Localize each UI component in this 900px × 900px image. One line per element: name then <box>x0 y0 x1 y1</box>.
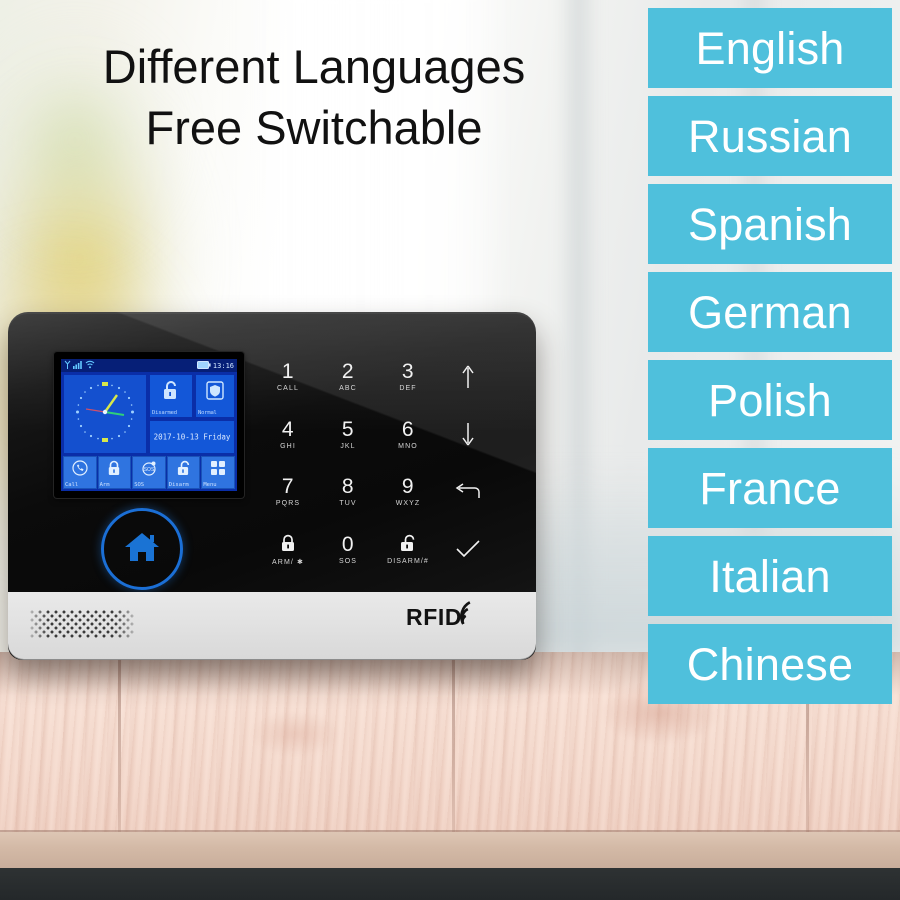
shield-icon <box>205 380 225 406</box>
padlock-open-icon <box>176 460 191 480</box>
key-0[interactable]: 0 SOS <box>318 521 378 579</box>
headline-line-1: Different Languages <box>102 40 526 93</box>
unlocked-padlock-icon <box>161 380 181 406</box>
key-3[interactable]: 3 DEF <box>378 348 438 406</box>
svg-text:SOS: SOS <box>144 467 155 473</box>
panel-body: 13:16 Disarmed Normal 2017-10-13 Friday … <box>8 312 536 660</box>
language-chip-chinese[interactable]: Chinese <box>648 624 892 704</box>
speaker-grille <box>30 610 134 638</box>
language-label: German <box>688 286 852 338</box>
back-arrow-icon <box>455 481 481 503</box>
language-list: English Russian Spanish German Polish Fr… <box>648 8 892 704</box>
language-chip-german[interactable]: German <box>648 272 892 352</box>
battery-icon <box>196 360 211 371</box>
language-label: Chinese <box>686 638 854 690</box>
rfid-label: RFID <box>406 604 463 630</box>
key-5[interactable]: 5 JKL <box>318 406 378 464</box>
grid-menu-icon <box>210 460 226 480</box>
language-label: Spanish <box>687 198 853 250</box>
language-chip-english[interactable]: English <box>648 8 892 88</box>
headline-line-2: Free Switchable <box>145 101 483 155</box>
language-label: English <box>695 22 845 74</box>
page-title: Different Languages Free Switchable <box>24 36 604 158</box>
lcd-toolbar-sos[interactable]: SOS SOS <box>132 456 166 489</box>
arrow-down-icon <box>461 423 475 446</box>
key-arm[interactable]: ARM/ ✱ <box>258 521 318 579</box>
lcd-status-bar: 13:16 <box>61 359 237 372</box>
wifi-icon <box>85 360 95 371</box>
language-chip-france[interactable]: France <box>648 448 892 528</box>
antenna-icon <box>64 360 71 371</box>
alarm-host-panel: 13:16 Disarmed Normal 2017-10-13 Friday … <box>8 312 536 660</box>
key-arrow-down[interactable] <box>438 406 498 464</box>
home-icon <box>123 530 161 569</box>
lcd-toolbar-menu[interactable]: Menu <box>201 456 235 489</box>
panel-base-strip: RFID <box>8 592 536 660</box>
plank-seam <box>452 652 455 832</box>
signal-bars-icon <box>73 360 83 371</box>
lcd-tile-clock[interactable] <box>63 374 147 454</box>
wood-knot <box>250 712 340 756</box>
lcd-tile-arm-state[interactable]: Disarmed <box>149 374 193 418</box>
key-9[interactable]: 9 WXYZ <box>378 463 438 521</box>
lcd-tile-grid: Disarmed Normal 2017-10-13 Friday Call A… <box>61 372 237 491</box>
key-confirm[interactable] <box>438 521 498 579</box>
lcd-toolbar-sos-label: SOS <box>134 482 145 488</box>
language-label: Russian <box>688 110 852 162</box>
language-label: France <box>699 462 841 514</box>
under-desk-shadow <box>0 868 900 900</box>
key-4[interactable]: 4 GHI <box>258 406 318 464</box>
promo-image: Different Languages Free Switchable 13:1… <box>0 0 900 900</box>
key-2[interactable]: 2 ABC <box>318 348 378 406</box>
lcd-bezel: 13:16 Disarmed Normal 2017-10-13 Friday … <box>54 352 244 498</box>
sos-icon: SOS <box>141 460 157 480</box>
lcd-toolbar-arm[interactable]: Arm <box>97 456 132 489</box>
phone-icon <box>72 460 88 480</box>
analog-clock-icon <box>72 379 138 449</box>
key-6[interactable]: 6 MNO <box>378 406 438 464</box>
language-label: Italian <box>709 550 831 602</box>
lcd-tile-system-state[interactable]: Normal <box>195 374 235 418</box>
lcd-tile-arm-label: Disarmed <box>152 410 177 416</box>
language-chip-italian[interactable]: Italian <box>648 536 892 616</box>
rfid-logo: RFID <box>406 601 485 632</box>
key-disarm[interactable]: DISARM/# <box>378 521 438 579</box>
key-back[interactable] <box>438 463 498 521</box>
lcd-toolbar-call-label: Call <box>65 482 79 488</box>
language-chip-russian[interactable]: Russian <box>648 96 892 176</box>
key-7[interactable]: 7 PQRS <box>258 463 318 521</box>
lcd-toolbar-disarm[interactable]: Disarm <box>166 456 201 489</box>
home-button[interactable] <box>101 508 183 590</box>
padlock-closed-icon <box>107 460 121 480</box>
padlock-open-icon <box>399 533 418 555</box>
desk-edge-band <box>0 832 900 868</box>
plank-seam <box>118 652 121 832</box>
language-label: Polish <box>708 374 832 426</box>
rfid-waves-icon <box>459 601 485 632</box>
checkmark-icon <box>455 538 481 560</box>
padlock-closed-icon <box>279 533 297 555</box>
lcd-toolbar-arm-label: Arm <box>99 482 110 488</box>
lcd-toolbar-disarm-label: Disarm <box>168 482 189 488</box>
lcd-toolbar-call[interactable]: Call <box>63 456 97 489</box>
lcd-tile-system-label: Normal <box>198 410 217 416</box>
arrow-up-icon <box>461 365 475 388</box>
lcd-screen[interactable]: 13:16 Disarmed Normal 2017-10-13 Friday … <box>61 359 237 491</box>
key-arrow-up[interactable] <box>438 348 498 406</box>
lcd-tile-date[interactable]: 2017-10-13 Friday <box>149 420 235 454</box>
keypad: 1 CALL 2 ABC 3 DEF 4 GHI 5 JKL 6 MNO 7 P… <box>258 348 498 578</box>
lcd-date-text: 2017-10-13 Friday <box>153 432 231 442</box>
key-1[interactable]: 1 CALL <box>258 348 318 406</box>
lcd-toolbar-menu-label: Menu <box>203 482 217 488</box>
lcd-toolbar: Call Arm SOS SOS Disarm Menu <box>63 456 235 489</box>
language-chip-polish[interactable]: Polish <box>648 360 892 440</box>
key-8[interactable]: 8 TUV <box>318 463 378 521</box>
language-chip-spanish[interactable]: Spanish <box>648 184 892 264</box>
lcd-clock-time: 13:16 <box>212 361 234 370</box>
